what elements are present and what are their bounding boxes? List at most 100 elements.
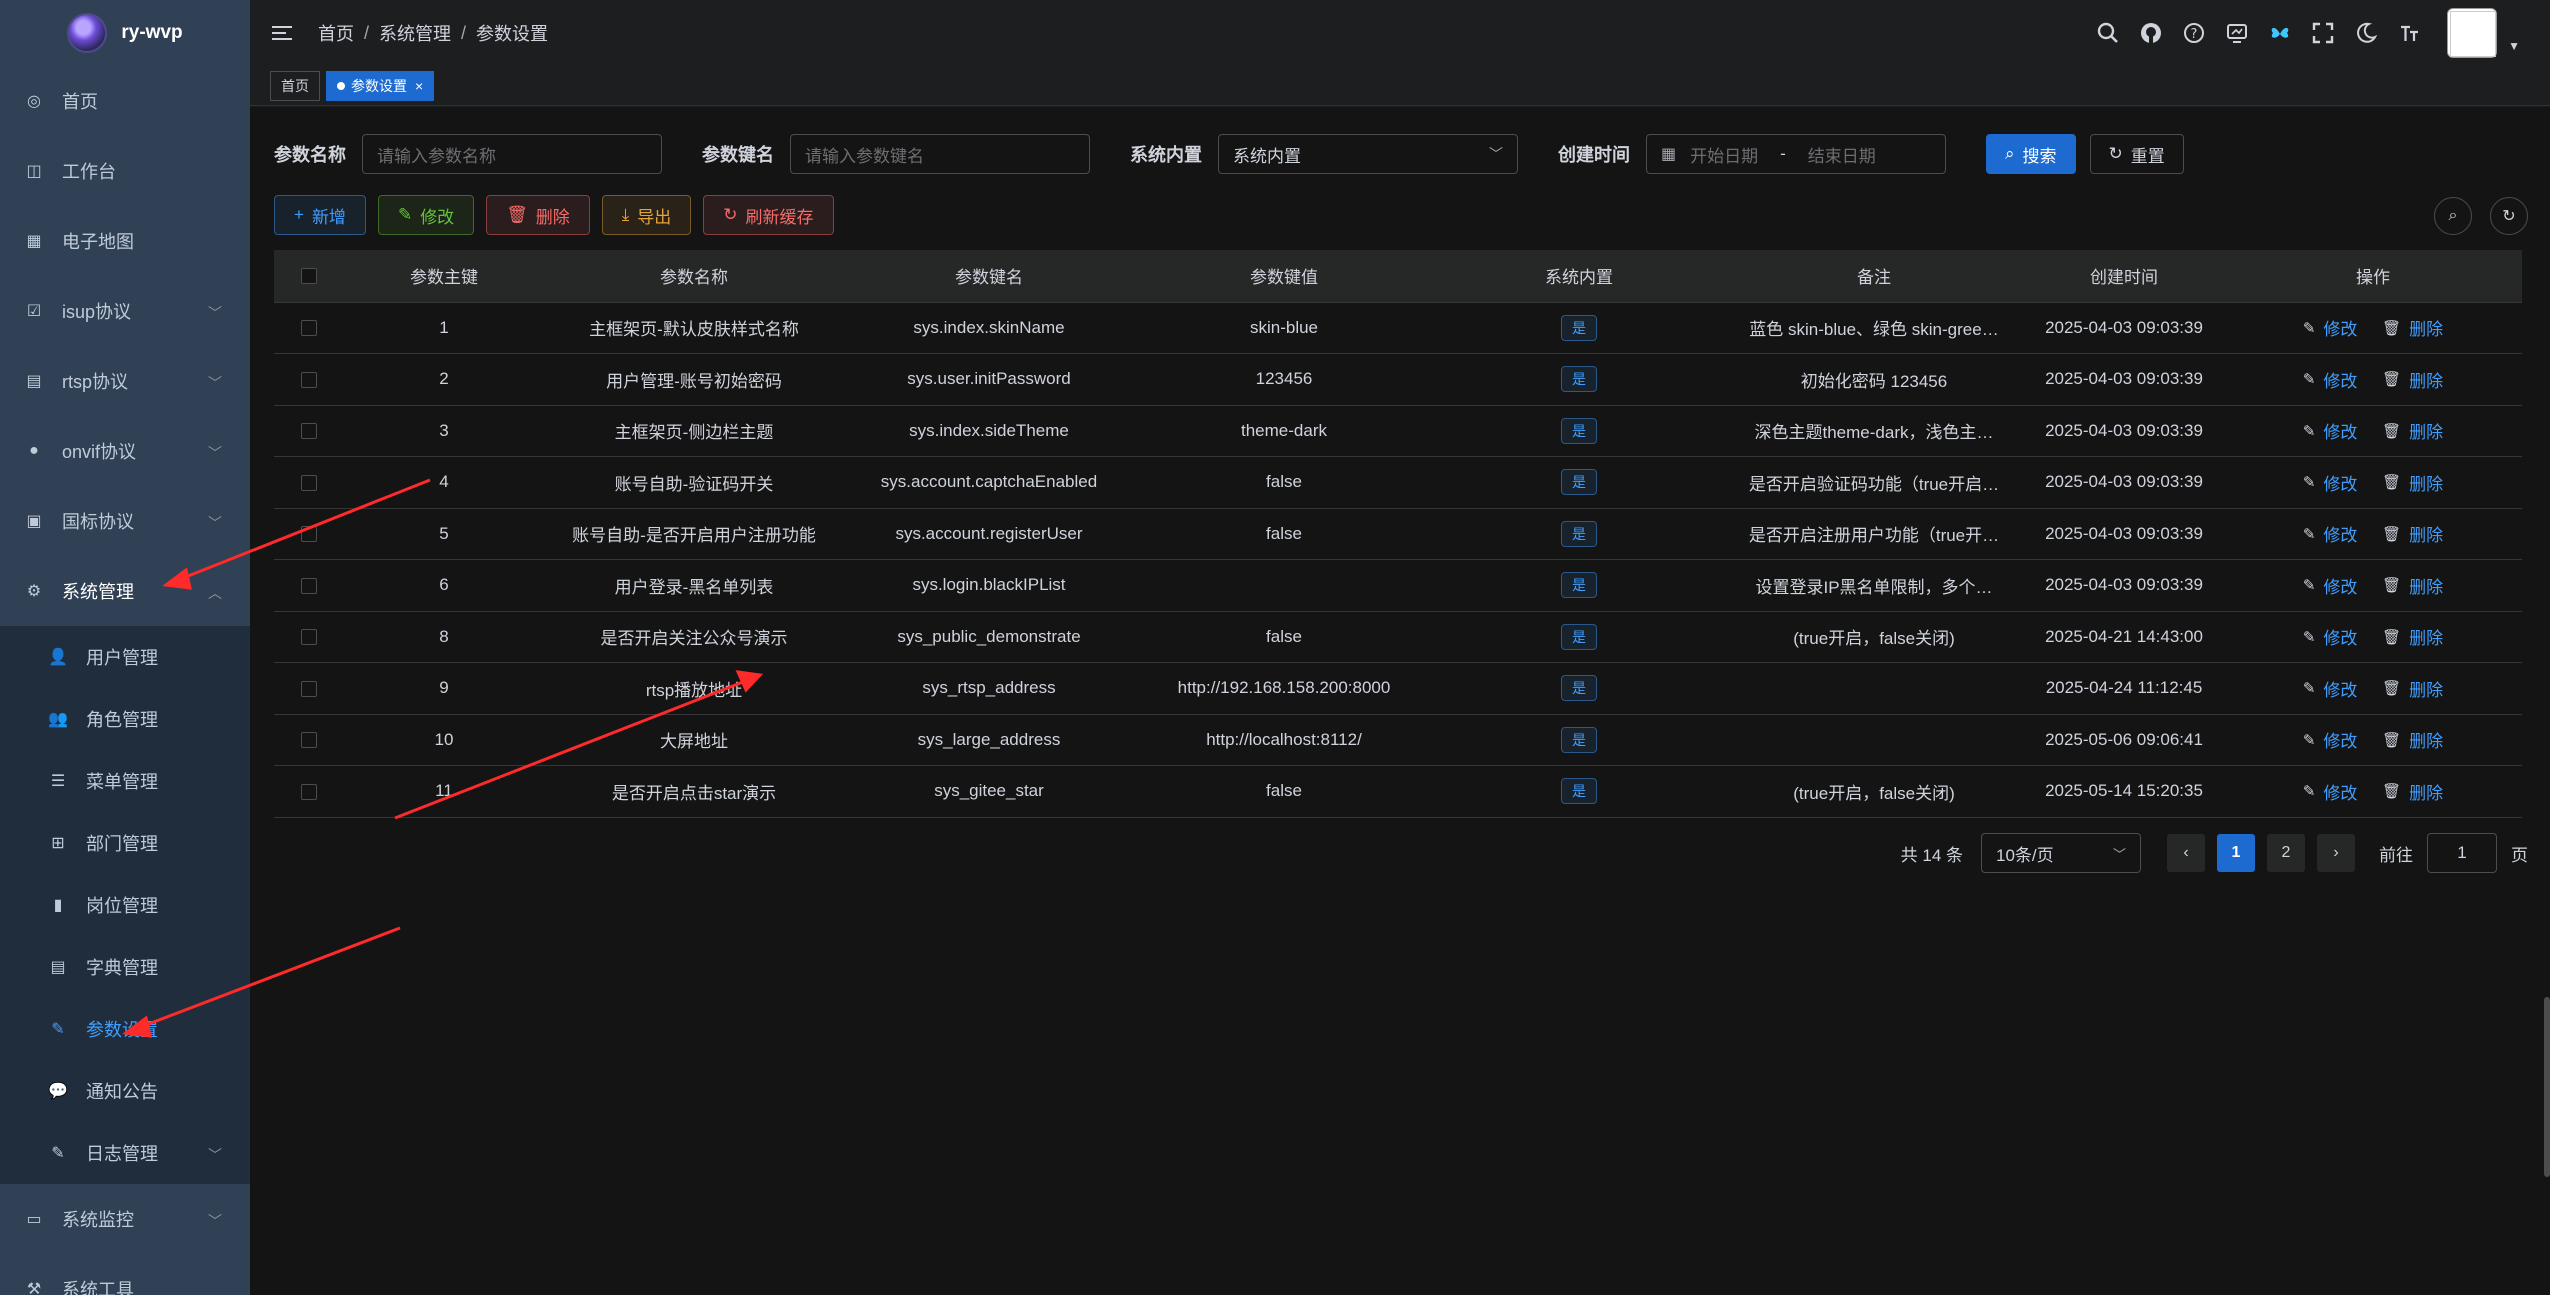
sidebar-item-config[interactable]: ✎ 参数设置 bbox=[0, 998, 250, 1060]
sidebar-item-gb[interactable]: ▣ 国标协议 ﹀ bbox=[0, 486, 250, 556]
add-button[interactable]: + 新增 bbox=[274, 195, 366, 235]
row-checkbox[interactable] bbox=[301, 320, 317, 337]
page-size-select[interactable]: 10条/页 ﹀ bbox=[1981, 833, 2141, 873]
screen-icon[interactable] bbox=[2226, 22, 2248, 44]
close-icon[interactable]: × bbox=[415, 78, 423, 94]
row-checkbox[interactable] bbox=[301, 629, 317, 646]
tag-home[interactable]: 首页 bbox=[270, 70, 320, 101]
date-range-picker[interactable]: ▦ 开始日期 - 结束日期 bbox=[1646, 134, 1946, 174]
next-page-button[interactable]: › bbox=[2317, 834, 2355, 872]
breadcrumb-system[interactable]: 系统管理 bbox=[379, 20, 451, 46]
col-header: 参数名称 bbox=[544, 250, 844, 303]
row-select-cell[interactable] bbox=[274, 611, 344, 663]
row-delete-button[interactable]: 🗑 删除 bbox=[2382, 521, 2443, 546]
row-edit-button[interactable]: ✎ 修改 bbox=[2303, 367, 2358, 392]
butterfly-icon[interactable] bbox=[2269, 22, 2291, 44]
tag-config[interactable]: 参数设置 × bbox=[326, 70, 435, 101]
page-button-2[interactable]: 2 bbox=[2267, 834, 2305, 872]
param-name-input[interactable]: 请输入参数名称 bbox=[362, 134, 662, 174]
row-checkbox[interactable] bbox=[301, 577, 317, 594]
moon-icon[interactable] bbox=[2355, 22, 2378, 44]
font-size-icon[interactable] bbox=[2398, 22, 2420, 44]
row-delete-button[interactable]: 🗑 删除 bbox=[2382, 676, 2443, 701]
sidebar-item-workbench[interactable]: ◫ 工作台 bbox=[0, 136, 250, 206]
row-edit-button[interactable]: ✎ 修改 bbox=[2303, 573, 2358, 598]
row-delete-button[interactable]: 🗑 删除 bbox=[2382, 573, 2443, 598]
row-select-cell[interactable] bbox=[274, 508, 344, 560]
vertical-scrollbar[interactable] bbox=[2544, 997, 2550, 1177]
row-edit-button[interactable]: ✎ 修改 bbox=[2303, 521, 2358, 546]
toggle-search-icon[interactable]: ⌕ bbox=[2434, 197, 2472, 235]
sidebar-item-monitor[interactable]: ▭ 系统监控 ﹀ bbox=[0, 1184, 250, 1254]
builtin-select[interactable]: 系统内置 ﹀ bbox=[1218, 134, 1518, 174]
logo[interactable]: ry-wvp bbox=[0, 0, 250, 66]
row-delete-button[interactable]: 🗑 删除 bbox=[2382, 624, 2443, 649]
sidebar-item-system[interactable]: ⚙ 系统管理 ︿ bbox=[0, 556, 250, 626]
select-all-cell[interactable] bbox=[274, 250, 344, 303]
caret-down-icon[interactable]: ▼ bbox=[2508, 39, 2520, 53]
row-select-cell[interactable] bbox=[274, 765, 344, 818]
sidebar-item-log[interactable]: ✎ 日志管理 ﹀ bbox=[0, 1122, 250, 1184]
search-button[interactable]: ⌕ 搜索 bbox=[1986, 134, 2076, 174]
row-checkbox[interactable] bbox=[301, 732, 317, 749]
row-select-cell[interactable] bbox=[274, 662, 344, 715]
hamburger-icon[interactable] bbox=[272, 22, 294, 44]
row-checkbox[interactable] bbox=[301, 526, 317, 543]
row-edit-button[interactable]: ✎ 修改 bbox=[2303, 624, 2358, 649]
row-edit-button[interactable]: ✎ 修改 bbox=[2303, 315, 2358, 340]
export-button[interactable]: ⤓ 导出 bbox=[601, 195, 692, 235]
sidebar-item-notice[interactable]: 💬 通知公告 bbox=[0, 1060, 250, 1122]
row-delete-button[interactable]: 🗑 删除 bbox=[2382, 367, 2443, 392]
sidebar-item-user[interactable]: 👤 用户管理 bbox=[0, 626, 250, 688]
sidebar-item-menu[interactable]: ☰ 菜单管理 bbox=[0, 750, 250, 812]
sidebar-item-onvif[interactable]: ● onvif协议 ﹀ bbox=[0, 416, 250, 486]
sidebar-item-dashboard[interactable]: ◎ 首页 bbox=[0, 66, 250, 136]
table-row: 5 账号自助-是否开启用户注册功能 sys.account.registerUser… bbox=[274, 508, 2522, 560]
breadcrumb-home[interactable]: 首页 bbox=[318, 20, 354, 46]
row-delete-button[interactable]: 🗑 删除 bbox=[2382, 470, 2443, 495]
sidebar-item-tool[interactable]: ⚒ 系统工具 bbox=[0, 1254, 250, 1295]
row-edit-button[interactable]: ✎ 修改 bbox=[2303, 470, 2358, 495]
row-checkbox[interactable] bbox=[301, 680, 317, 697]
avatar[interactable] bbox=[2447, 8, 2498, 58]
row-checkbox[interactable] bbox=[301, 474, 317, 491]
row-select-cell[interactable] bbox=[274, 405, 344, 457]
row-select-cell[interactable] bbox=[274, 714, 344, 766]
refresh-cache-button[interactable]: ↻ 刷新缓存 bbox=[703, 195, 834, 235]
edit-button[interactable]: ✎ 修改 bbox=[377, 195, 475, 235]
row-edit-button[interactable]: ✎ 修改 bbox=[2303, 779, 2358, 804]
sidebar-item-rtsp[interactable]: ▤ rtsp协议 ﹀ bbox=[0, 346, 250, 416]
row-checkbox[interactable] bbox=[301, 371, 317, 388]
refresh-icon[interactable]: ↻ bbox=[2490, 197, 2528, 235]
row-delete-button[interactable]: 🗑 删除 bbox=[2382, 727, 2443, 752]
sidebar-item-isup[interactable]: ☑ isup协议 ﹀ bbox=[0, 276, 250, 346]
page-button-1[interactable]: 1 bbox=[2217, 834, 2255, 872]
help-icon[interactable]: ? bbox=[2183, 22, 2205, 44]
sidebar-item-map[interactable]: ▦ 电子地图 bbox=[0, 206, 250, 276]
row-edit-button[interactable]: ✎ 修改 bbox=[2303, 418, 2358, 443]
row-delete-button[interactable]: 🗑 删除 bbox=[2382, 779, 2443, 804]
row-edit-button[interactable]: ✎ 修改 bbox=[2303, 727, 2358, 752]
github-icon[interactable] bbox=[2140, 22, 2162, 44]
row-delete-button[interactable]: 🗑 删除 bbox=[2382, 418, 2443, 443]
sidebar-item-dept[interactable]: ⊞ 部门管理 bbox=[0, 812, 250, 874]
sidebar-item-post[interactable]: ▮ 岗位管理 bbox=[0, 874, 250, 936]
row-select-cell[interactable] bbox=[274, 302, 344, 354]
row-checkbox[interactable] bbox=[301, 783, 317, 800]
reset-button[interactable]: ↻ 重置 bbox=[2089, 134, 2184, 174]
search-icon[interactable] bbox=[2097, 22, 2119, 44]
row-delete-button[interactable]: 🗑 删除 bbox=[2382, 315, 2443, 340]
sidebar-item-dict[interactable]: ▤ 字典管理 bbox=[0, 936, 250, 998]
delete-button[interactable]: 🗑 删除 bbox=[486, 195, 590, 235]
prev-page-button[interactable]: ‹ bbox=[2167, 834, 2205, 872]
row-select-cell[interactable] bbox=[274, 559, 344, 612]
select-all-checkbox[interactable] bbox=[301, 268, 317, 285]
row-checkbox[interactable] bbox=[301, 423, 317, 440]
sidebar-item-role[interactable]: 👥 角色管理 bbox=[0, 688, 250, 750]
row-edit-button[interactable]: ✎ 修改 bbox=[2303, 676, 2358, 701]
param-key-input[interactable]: 请输入参数键名 bbox=[790, 134, 1090, 174]
row-select-cell[interactable] bbox=[274, 353, 344, 406]
row-select-cell[interactable] bbox=[274, 456, 344, 509]
goto-input[interactable]: 1 bbox=[2427, 833, 2497, 873]
fullscreen-icon[interactable] bbox=[2312, 22, 2334, 44]
